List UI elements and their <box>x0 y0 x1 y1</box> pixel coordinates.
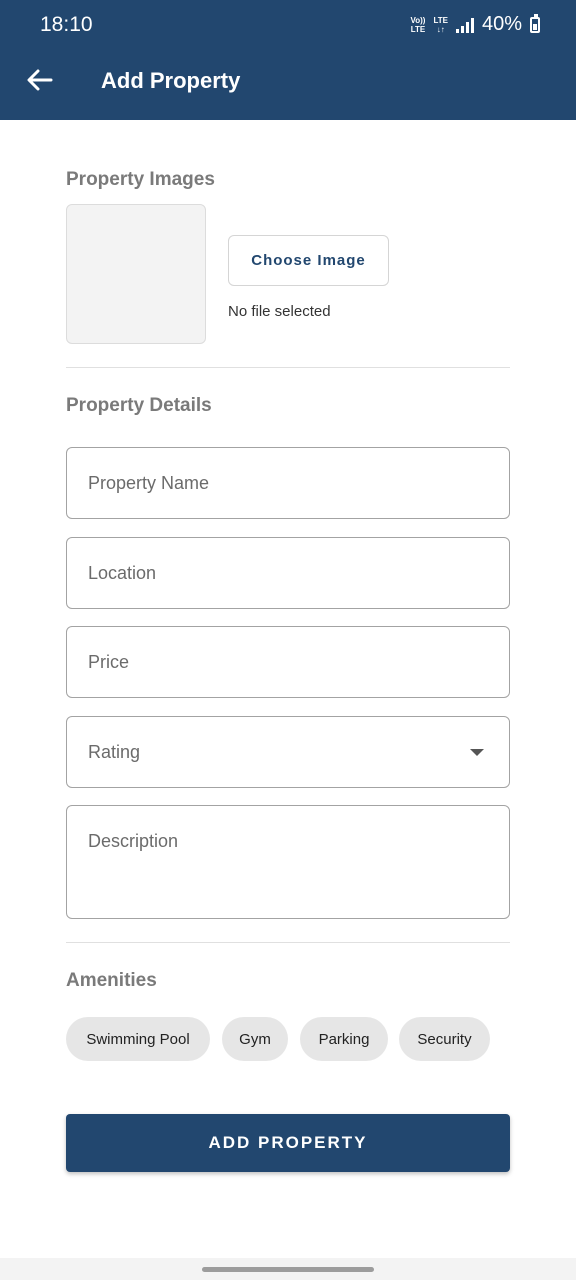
volte-icon: Vo)) LTE <box>410 15 426 34</box>
rating-select[interactable]: Rating <box>66 716 510 788</box>
status-time: 18:10 <box>40 13 93 36</box>
battery-icon <box>530 13 540 33</box>
description-field <box>66 805 510 919</box>
page-title: Add Property <box>101 68 241 93</box>
back-button[interactable] <box>22 62 58 98</box>
add-property-button[interactable]: ADD PROPERTY <box>66 1114 510 1172</box>
divider <box>66 942 510 943</box>
app-header: 18:10 Vo)) LTE LTE ↓↑ 40% Add Property <box>0 0 576 120</box>
dropdown-arrow-icon <box>470 749 484 756</box>
location-input[interactable] <box>67 538 509 608</box>
price-input[interactable] <box>67 627 509 697</box>
arrow-left-icon <box>27 69 53 91</box>
price-field <box>66 626 510 698</box>
location-field <box>66 537 510 609</box>
amenity-chip-swimming-pool[interactable]: Swimming Pool <box>66 1017 210 1061</box>
lte-data-icon: LTE ↓↑ <box>433 15 448 34</box>
signal-icon <box>455 17 474 33</box>
description-input[interactable] <box>67 806 509 918</box>
image-preview <box>66 204 206 344</box>
file-status-text: No file selected <box>228 303 331 320</box>
details-section-title: Property Details <box>66 395 212 416</box>
images-section-title: Property Images <box>66 169 215 190</box>
divider <box>66 367 510 368</box>
battery-percent: 40% <box>481 13 522 35</box>
amenities-section-title: Amenities <box>66 970 157 991</box>
status-icons: Vo)) LTE LTE ↓↑ 40% <box>410 13 540 36</box>
home-indicator[interactable] <box>202 1267 374 1272</box>
property-name-field <box>66 447 510 519</box>
amenity-chip-security[interactable]: Security <box>399 1017 490 1061</box>
choose-image-button[interactable]: Choose Image <box>228 235 389 286</box>
property-name-input[interactable] <box>67 448 509 518</box>
amenity-chip-gym[interactable]: Gym <box>222 1017 288 1061</box>
rating-select-label: Rating <box>88 742 141 762</box>
amenity-chip-parking[interactable]: Parking <box>300 1017 388 1061</box>
